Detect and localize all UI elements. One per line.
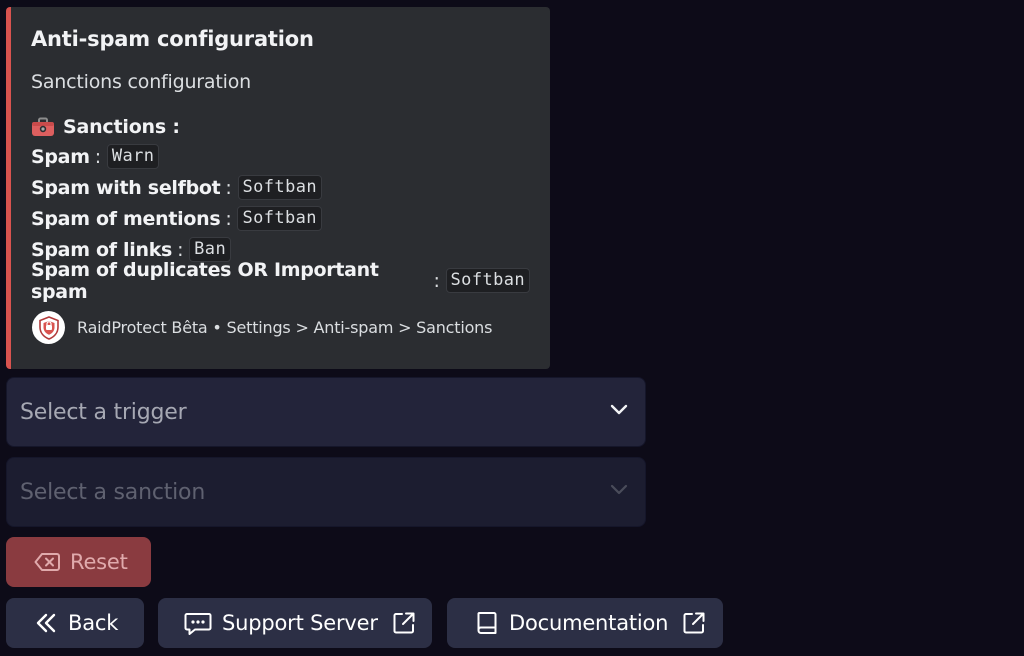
embed-title: Anti-spam configuration	[31, 27, 314, 51]
embed-description: Sanctions configuration	[31, 71, 251, 93]
book-icon	[475, 610, 499, 636]
field-value: Softban	[237, 206, 322, 231]
field-separator: :	[225, 207, 232, 230]
sanction-select[interactable]: Select a sanction	[6, 457, 646, 527]
support-server-button[interactable]: Support Server	[158, 598, 432, 648]
sanctions-heading: Sanctions :	[31, 113, 530, 141]
toolbox-icon	[31, 116, 57, 138]
reset-button[interactable]: Reset	[6, 537, 151, 587]
documentation-button[interactable]: Documentation	[447, 598, 723, 648]
field-spam: Spam : Warn	[31, 141, 530, 172]
field-spam-selfbot: Spam with selfbot : Softban	[31, 172, 530, 203]
back-button-label: Back	[68, 611, 119, 635]
double-chevron-left-icon	[34, 612, 58, 634]
field-separator: :	[177, 238, 184, 261]
field-name: Spam of links	[31, 238, 173, 261]
trigger-select-placeholder: Select a trigger	[20, 399, 187, 425]
field-name: Spam	[31, 145, 90, 168]
field-spam-duplicates: Spam of duplicates OR Important spam : S…	[31, 259, 530, 303]
chevron-down-icon	[607, 477, 631, 507]
field-name: Spam of mentions	[31, 207, 221, 230]
embed-card: Anti-spam configuration Sanctions config…	[6, 7, 550, 369]
backspace-icon	[34, 551, 60, 573]
field-separator: :	[433, 269, 440, 292]
field-value: Warn	[106, 144, 160, 169]
field-value: Softban	[237, 175, 322, 200]
trigger-select[interactable]: Select a trigger	[6, 377, 646, 447]
chevron-down-icon	[607, 397, 631, 427]
embed-footer: RaidProtect Bêta • Settings > Anti-spam …	[32, 311, 492, 344]
field-separator: :	[225, 176, 232, 199]
external-link-icon	[682, 611, 706, 635]
field-name: Spam of duplicates OR Important spam	[31, 258, 379, 303]
documentation-label: Documentation	[509, 611, 669, 635]
chat-bubble-icon	[184, 610, 212, 636]
sanctions-heading-label: Sanctions :	[63, 116, 180, 138]
field-separator: :	[94, 145, 101, 168]
external-link-icon	[392, 611, 416, 635]
field-value: Softban	[445, 268, 530, 293]
back-button[interactable]: Back	[6, 598, 144, 648]
field-name: Spam with selfbot	[31, 176, 221, 199]
sanction-select-placeholder: Select a sanction	[20, 479, 206, 505]
field-spam-mentions: Spam of mentions : Softban	[31, 203, 530, 234]
footer-text: RaidProtect Bêta • Settings > Anti-spam …	[77, 318, 493, 337]
reset-button-label: Reset	[70, 550, 128, 574]
support-server-label: Support Server	[222, 611, 378, 635]
raidprotect-shield-icon	[32, 311, 65, 344]
